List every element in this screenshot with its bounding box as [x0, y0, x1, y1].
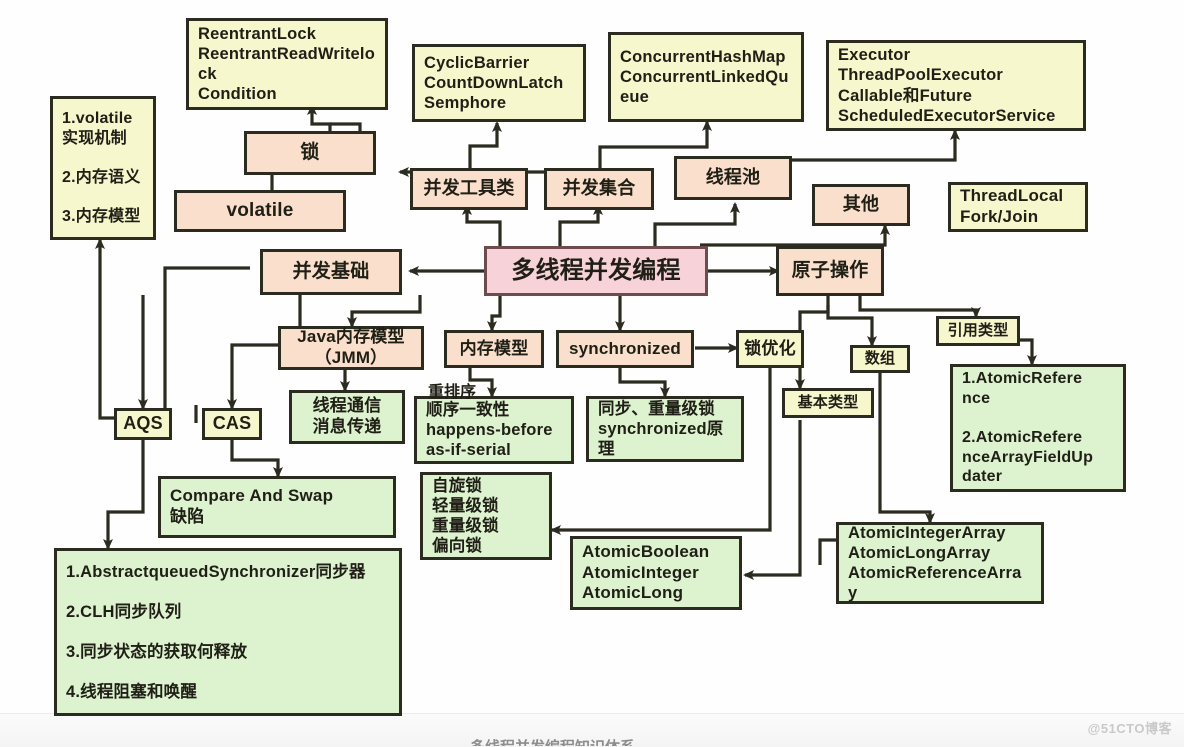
- node-label: AtomicIntegerArray AtomicLongArray Atomi…: [848, 523, 1022, 603]
- node-memory-model[interactable]: 内存模型: [444, 330, 544, 368]
- node-cyclic-barrier[interactable]: CyclicBarrier CountDownLatch Semphore: [412, 44, 586, 122]
- node-label: CyclicBarrier CountDownLatch Semphore: [424, 53, 564, 113]
- node-label: 其他: [842, 194, 880, 215]
- node-label: volatile: [226, 200, 294, 222]
- node-label: ReentrantLock ReentrantReadWritelo ck Co…: [198, 24, 375, 104]
- node-label: 锁: [300, 142, 320, 164]
- node-volatile-detail[interactable]: 1.volatile 实现机制 2.内存语义 3.内存模型: [50, 96, 156, 240]
- node-label: 并发基础: [292, 261, 370, 283]
- node-label: Compare And Swap 缺陷: [170, 486, 334, 526]
- node-label: 线程通信 消息传递: [312, 396, 382, 436]
- node-thread-pool[interactable]: 线程池: [674, 156, 792, 200]
- node-label: Executor ThreadPoolExecutor Callable和Fut…: [838, 46, 1056, 125]
- node-atomic-array[interactable]: AtomicIntegerArray AtomicLongArray Atomi…: [836, 522, 1044, 604]
- node-atomic-ops[interactable]: 原子操作: [776, 246, 884, 296]
- node-label: 原子操作: [791, 260, 869, 282]
- node-label: 自旋锁 轻量级锁 重量级锁 偏向锁: [432, 476, 499, 556]
- node-lock[interactable]: 锁: [244, 131, 376, 175]
- node-aqs-detail[interactable]: 1.AbstractqueuedSynchronizer同步器 2.CLH同步队…: [54, 548, 402, 716]
- node-label: 同步、重量级锁 synchronized原 理: [598, 399, 724, 459]
- node-lock-optimization[interactable]: 锁优化: [736, 330, 804, 368]
- label-reorder: 重排序: [428, 384, 477, 401]
- page-title: 多线程并发编程: [511, 257, 681, 285]
- node-label: 1.volatile 实现机制 2.内存语义 3.内存模型: [62, 110, 141, 226]
- node-label: Java内存模型 （JMM）: [297, 327, 405, 367]
- node-atomic-reference[interactable]: 1.AtomicRefere nce 2.AtomicRefere nceArr…: [950, 364, 1126, 492]
- node-label: CAS: [212, 413, 252, 434]
- node-reorder-detail[interactable]: 顺序一致性 happens-before as-if-serial: [414, 396, 574, 464]
- node-label: 数组: [864, 349, 896, 367]
- node-label: 引用类型: [947, 321, 1009, 339]
- node-concurrency-basics[interactable]: 并发基础: [260, 249, 402, 295]
- node-label: AtomicBoolean AtomicInteger AtomicLong: [582, 541, 710, 603]
- node-reentrant-lock[interactable]: ReentrantLock ReentrantReadWritelo ck Co…: [186, 18, 388, 110]
- node-compare-and-swap[interactable]: Compare And Swap 缺陷: [158, 476, 396, 538]
- node-label: 1.AbstractqueuedSynchronizer同步器 2.CLH同步队…: [66, 562, 366, 702]
- node-concurrent-collections-detail[interactable]: ConcurrentHashMap ConcurrentLinkedQu eue: [608, 32, 804, 122]
- node-primitive-type[interactable]: 基本类型: [782, 388, 874, 418]
- node-label: AQS: [123, 413, 163, 434]
- node-volatile[interactable]: volatile: [174, 190, 346, 232]
- node-lock-types[interactable]: 自旋锁 轻量级锁 重量级锁 偏向锁: [420, 472, 552, 560]
- node-reference-type[interactable]: 引用类型: [936, 316, 1020, 346]
- cut-off-caption: 多线程并发编程知识体系: [470, 736, 635, 746]
- node-atomic-basic[interactable]: AtomicBoolean AtomicInteger AtomicLong: [570, 536, 742, 610]
- node-array-type[interactable]: 数组: [850, 345, 910, 373]
- node-label: synchronized: [569, 338, 681, 358]
- node-label: 并发集合: [562, 178, 636, 199]
- diagram-canvas: ReentrantLock ReentrantReadWritelo ck Co…: [0, 0, 1184, 747]
- node-label: ThreadLocal Fork/Join: [960, 186, 1064, 226]
- node-label: 1.AtomicRefere nce 2.AtomicRefere nceArr…: [962, 370, 1094, 486]
- node-thread-communication[interactable]: 线程通信 消息传递: [289, 390, 405, 444]
- node-label: 并发工具类: [423, 178, 515, 199]
- node-sync-heavy-lock[interactable]: 同步、重量级锁 synchronized原 理: [586, 396, 744, 462]
- node-label: 锁优化: [744, 338, 796, 358]
- node-concurrent-collections[interactable]: 并发集合: [544, 168, 654, 210]
- node-cas[interactable]: CAS: [202, 408, 262, 440]
- node-synchronized[interactable]: synchronized: [556, 330, 694, 368]
- node-other[interactable]: 其他: [812, 184, 910, 226]
- node-executor-detail[interactable]: Executor ThreadPoolExecutor Callable和Fut…: [826, 40, 1086, 131]
- node-jmm[interactable]: Java内存模型 （JMM）: [278, 326, 424, 370]
- node-label: 内存模型: [459, 338, 529, 358]
- node-concurrent-tools[interactable]: 并发工具类: [410, 168, 528, 210]
- node-label: 线程池: [705, 167, 761, 188]
- node-label: 顺序一致性 happens-before as-if-serial: [426, 400, 553, 460]
- watermark: @51CTO博客: [1087, 721, 1172, 736]
- node-label: ConcurrentHashMap ConcurrentLinkedQu eue: [620, 47, 789, 107]
- node-label: 基本类型: [797, 393, 859, 411]
- node-center-title[interactable]: 多线程并发编程: [484, 246, 708, 296]
- node-aqs[interactable]: AQS: [114, 408, 172, 440]
- node-threadlocal[interactable]: ThreadLocal Fork/Join: [948, 182, 1088, 232]
